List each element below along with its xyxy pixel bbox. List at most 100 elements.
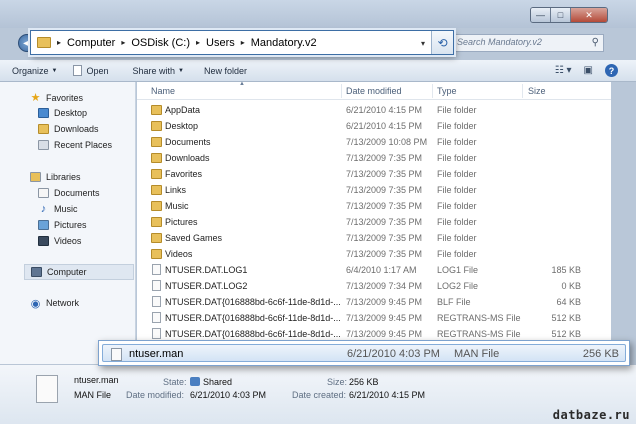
- file-thumbnail-icon: [36, 375, 58, 403]
- table-row[interactable]: NTUSER.DAT{016888bd-6c6f-11de-8d1d-... 7/…: [137, 294, 611, 310]
- selected-file-size: 256 KB: [582, 348, 619, 360]
- sidebar-item-music[interactable]: ♪ Music: [38, 203, 78, 215]
- sidebar-item-label: Videos: [54, 236, 82, 246]
- file-name-cell: NTUSER.DAT.LOG1: [165, 265, 248, 275]
- preview-pane-icon[interactable]: ▣: [584, 65, 593, 76]
- views-icon[interactable]: ☷ ▾: [555, 65, 572, 76]
- file-name-cell: NTUSER.DAT{016888bd-6c6f-11de-8d1d-...: [165, 297, 341, 307]
- sidebar-item-label: Recent Places: [54, 140, 113, 150]
- table-row[interactable]: Documents 7/13/2009 10:08 PM File folder: [137, 134, 611, 150]
- breadcrumb-computer[interactable]: Computer: [67, 37, 115, 49]
- maximize-button[interactable]: □: [551, 8, 571, 22]
- file-type-cell: File folder: [437, 185, 477, 195]
- date-modified-cell: 7/13/2009 7:35 PM: [346, 249, 423, 259]
- documents-icon: [38, 188, 49, 198]
- table-row[interactable]: Favorites 7/13/2009 7:35 PM File folder: [137, 166, 611, 182]
- breadcrumb-separator[interactable]: ▸: [121, 38, 125, 47]
- file-icon: [152, 312, 161, 323]
- sidebar-item-network[interactable]: ◉ Network: [30, 298, 79, 310]
- sidebar-item-label: Favorites: [46, 92, 84, 103]
- folder-icon: [151, 249, 162, 259]
- help-icon[interactable]: ?: [605, 64, 618, 77]
- state-value-text: Shared: [203, 377, 233, 387]
- share-with-button[interactable]: Share with ▼: [133, 66, 184, 76]
- selected-file-type: MAN File: [454, 348, 500, 360]
- sidebar-item-desktop[interactable]: Desktop: [38, 108, 87, 118]
- column-header-size[interactable]: Size: [528, 86, 546, 96]
- folder-icon: [151, 105, 162, 115]
- column-headers: Name ▲ Date modified Type Size: [137, 81, 611, 100]
- file-icon: [152, 328, 161, 339]
- table-row[interactable]: NTUSER.DAT.LOG2 7/13/2009 7:34 PM LOG2 Fil…: [137, 278, 611, 294]
- table-row[interactable]: Links 7/13/2009 7:35 PM File folder: [137, 182, 611, 198]
- table-row[interactable]: AppData 6/21/2010 4:15 PM File folder: [137, 102, 611, 118]
- breadcrumb-separator[interactable]: ▸: [196, 38, 200, 47]
- file-type-cell: File folder: [437, 233, 477, 243]
- sidebar-item-recent-places[interactable]: Recent Places: [38, 140, 112, 150]
- selected-file-row[interactable]: ntuser.man 6/21/2010 4:03 PM MAN File 25…: [98, 340, 630, 366]
- table-row[interactable]: Videos 7/13/2009 7:35 PM File folder: [137, 246, 611, 262]
- chevron-down-icon[interactable]: ▾: [421, 39, 425, 48]
- address-bar[interactable]: ▸ Computer ▸ OSDisk (C:) ▸ Users ▸ Manda…: [30, 30, 454, 55]
- sort-caret-icon: ▲: [239, 81, 245, 87]
- column-divider[interactable]: [432, 84, 433, 98]
- table-row[interactable]: Desktop 6/21/2010 4:15 PM File folder: [137, 118, 611, 134]
- close-button[interactable]: ✕: [571, 8, 607, 22]
- refresh-icon[interactable]: ⟲: [431, 31, 453, 54]
- sidebar-item-downloads[interactable]: Downloads: [38, 124, 99, 134]
- videos-icon: [38, 236, 49, 246]
- file-name-cell: Desktop: [165, 121, 199, 131]
- open-button[interactable]: Open: [73, 65, 109, 76]
- file-name-cell: NTUSER.DAT{016888bd-6c6f-11de-8d1d-...: [165, 313, 341, 323]
- table-row[interactable]: Music 7/13/2009 7:35 PM File folder: [137, 198, 611, 214]
- breadcrumb-osdisk[interactable]: OSDisk (C:): [131, 37, 190, 49]
- table-row[interactable]: NTUSER.DAT.LOG1 6/4/2010 1:17 AM LOG1 File…: [137, 262, 611, 278]
- file-icon: [152, 264, 161, 275]
- file-type-cell: REGTRANS-MS File: [437, 313, 521, 323]
- pictures-icon: [38, 220, 49, 230]
- date-modified-cell: 7/13/2009 9:45 PM: [346, 313, 423, 323]
- computer-icon: [31, 267, 42, 277]
- search-input[interactable]: Search Mandatory.v2 ⚲: [454, 34, 604, 52]
- libraries-icon: [30, 172, 41, 182]
- breadcrumb-separator[interactable]: ▸: [57, 38, 61, 47]
- table-row[interactable]: Downloads 7/13/2009 7:35 PM File folder: [137, 150, 611, 166]
- size-label: Size:: [327, 377, 348, 387]
- date-modified-label: Date modified:: [126, 390, 185, 400]
- sidebar-item-label: Pictures: [54, 220, 87, 230]
- sidebar-item-favorites[interactable]: ★ Favorites: [30, 92, 84, 104]
- search-icon[interactable]: ⚲: [592, 37, 599, 48]
- table-row[interactable]: Pictures 7/13/2009 7:35 PM File folder: [137, 214, 611, 230]
- date-modified-value: 6/21/2010 4:03 PM: [190, 390, 267, 400]
- column-header-name[interactable]: Name: [151, 86, 175, 96]
- navigation-pane: ★ Favorites Desktop Downloads Recent Plac…: [0, 82, 136, 364]
- column-divider[interactable]: [341, 84, 342, 98]
- command-bar: Organize ▼ Open Share with ▼ New folder ☷ …: [0, 60, 636, 82]
- table-row[interactable]: Saved Games 7/13/2009 7:35 PM File folder: [137, 230, 611, 246]
- folder-icon: [151, 201, 162, 211]
- table-row[interactable]: NTUSER.DAT{016888bd-6c6f-11de-8d1d-... 7/…: [137, 310, 611, 326]
- breadcrumb-users[interactable]: Users: [206, 37, 235, 49]
- date-modified-cell: 7/13/2009 7:35 PM: [346, 169, 423, 179]
- folder-icon: [151, 185, 162, 195]
- selected-file-date: 6/21/2010 4:03 PM: [347, 348, 440, 360]
- recent-places-icon: [38, 140, 49, 150]
- file-list: Name ▲ Date modified Type Size AppData 6/…: [137, 81, 611, 364]
- column-header-date[interactable]: Date modified: [346, 86, 402, 96]
- title-bar: — □ ✕: [0, 0, 636, 28]
- column-divider[interactable]: [522, 84, 523, 98]
- sidebar-item-pictures[interactable]: Pictures: [38, 220, 87, 230]
- folder-icon: [151, 217, 162, 227]
- breadcrumb-mandatory[interactable]: Mandatory.v2: [251, 37, 317, 49]
- folder-icon: [37, 37, 51, 48]
- sidebar-item-computer[interactable]: Computer: [24, 264, 134, 280]
- sidebar-item-libraries[interactable]: Libraries: [30, 172, 81, 182]
- organize-button[interactable]: Organize ▼: [12, 66, 57, 76]
- minimize-button[interactable]: —: [531, 8, 551, 22]
- state-value: Shared: [190, 377, 232, 387]
- sidebar-item-documents[interactable]: Documents: [38, 188, 100, 198]
- sidebar-item-videos[interactable]: Videos: [38, 236, 81, 246]
- column-header-type[interactable]: Type: [437, 86, 457, 96]
- new-folder-button[interactable]: New folder: [204, 66, 247, 76]
- breadcrumb-separator[interactable]: ▸: [241, 38, 245, 47]
